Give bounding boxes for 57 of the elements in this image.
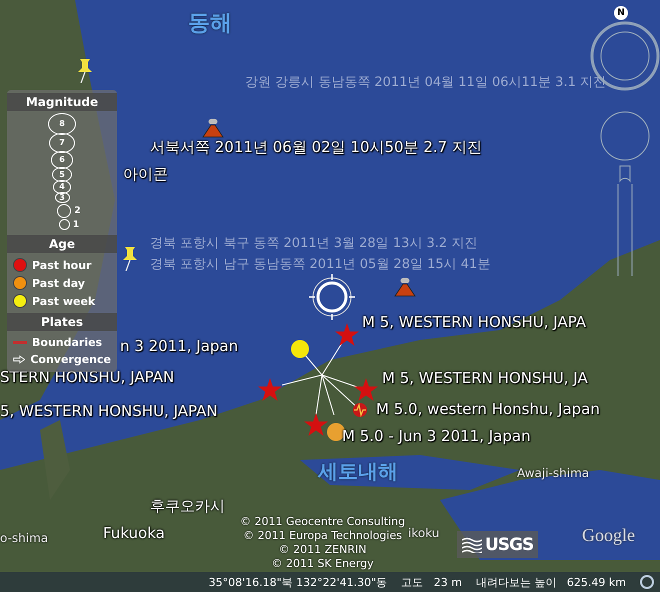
placemark-label: 5, WESTERN HONSHU, JAPAN	[0, 402, 218, 420]
copyright-text: © 2011 ZENRIN	[278, 543, 366, 557]
waves-icon	[462, 536, 482, 552]
seismogram-circle-icon[interactable]	[352, 402, 368, 418]
magnitude-label: 1	[72, 220, 80, 230]
magnitude-circle: 8	[48, 113, 76, 135]
copyright-text: © 2011 Europa Technologies	[243, 529, 402, 543]
loading-ring-icon	[640, 575, 654, 589]
legend-label: Past week	[32, 294, 96, 308]
magnitude-label: 2	[74, 206, 81, 216]
small-circle-icon	[57, 204, 72, 218]
placemark-label: 경북 포항시 남구 동남동쪽 2011년 05월 28일 15시 41분	[150, 256, 490, 273]
legend-label: Convergence	[30, 353, 111, 366]
star-marker-icon[interactable]	[354, 378, 378, 401]
star-marker-icon[interactable]	[304, 413, 328, 436]
star-marker-icon[interactable]	[258, 378, 282, 401]
eye-altitude-text: 내려다보는 높이 625.49 km	[476, 574, 626, 590]
placemark-label: M 5, WESTERN HONSHU, JAPA	[362, 313, 586, 331]
volcano-icon[interactable]	[394, 277, 416, 297]
magnitude-circle: 4	[53, 180, 71, 194]
placemark-label: 경북 포항시 북구 동쪽 2011년 3월 28일 13시 3.2 지진	[150, 235, 478, 252]
arrow-icon	[13, 354, 26, 366]
legend-label: Boundaries	[32, 336, 102, 350]
legend-heading: Magnitude	[7, 93, 117, 111]
placemark-label: 서북서쪽 2011년 06월 02일 10시50분 2.7 지진	[150, 138, 482, 157]
placemark-label: M 5.0, western Honshu, Japan	[376, 400, 600, 418]
sea-label: 세토내해	[318, 458, 398, 485]
legend-heading: Age	[7, 235, 117, 254]
copyright-text: © 2011 SK Energy	[271, 557, 374, 571]
magnitude-circle: 5	[52, 166, 72, 182]
placemark-label: o-shima	[0, 531, 48, 545]
placemark-label: STERN HONSHU, JAPAN	[0, 368, 174, 386]
placemark-label: 후쿠오카시	[150, 497, 225, 516]
legend-heading: Plates	[7, 313, 117, 332]
placemark-label: n 3 2011, Japan	[120, 337, 238, 355]
small-circle-icon	[58, 219, 70, 230]
placemark-label: ikoku	[408, 526, 440, 540]
legend-label: Past day	[32, 276, 85, 290]
coordinates-text: 35°08'16.18"북 132°22'41.30"동	[208, 574, 388, 590]
target-crosshair-icon	[309, 274, 355, 320]
placemark-label: 강원 강릉시 동남동쪽 2011년 04월 11일 06시11분 3.1 지진	[245, 74, 606, 91]
star-marker-icon[interactable]	[335, 323, 359, 346]
placemark-label: Fukuoka	[103, 524, 165, 542]
placemark-label: Awaji-shima	[517, 466, 590, 480]
placemark-label: 아이콘	[123, 165, 168, 184]
placemark-label: M 5, WESTERN HONSHU, JA	[382, 369, 588, 387]
copyright-text: © 2011 Geocentre Consulting	[240, 515, 406, 529]
google-logo: Google	[582, 525, 635, 546]
placemark-label: M 5.0 - Jun 3 2011, Japan	[342, 427, 531, 445]
elevation-text: 고도 23 m	[401, 574, 462, 590]
volcano-icon[interactable]	[202, 118, 224, 138]
magnitude-circle: 6	[50, 150, 74, 169]
magnitude-circle: 3	[54, 192, 70, 204]
usgs-wordmark: USGS	[485, 534, 534, 554]
sea-label: 동해	[188, 10, 232, 38]
magnitude-circle: 7	[49, 133, 75, 153]
legend-label: Past hour	[32, 258, 92, 272]
